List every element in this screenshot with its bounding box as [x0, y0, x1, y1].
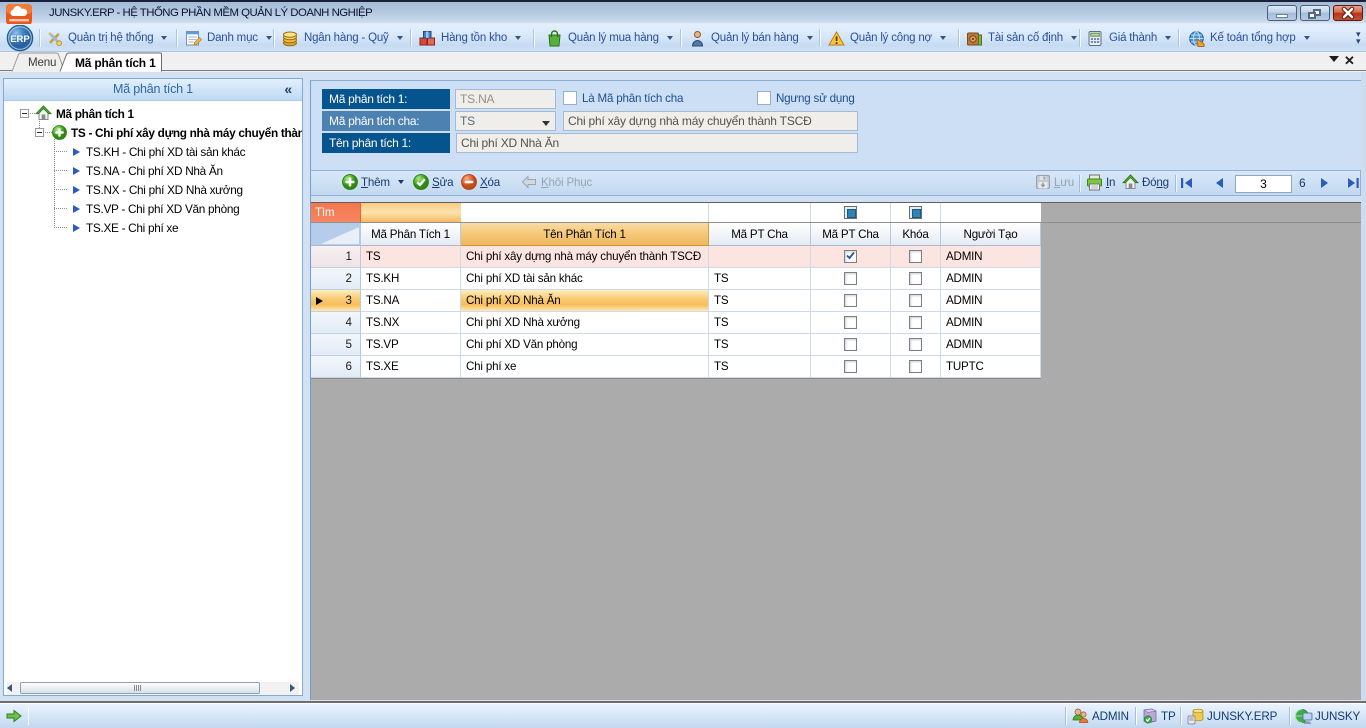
svg-text:ERP: ERP	[10, 34, 30, 45]
